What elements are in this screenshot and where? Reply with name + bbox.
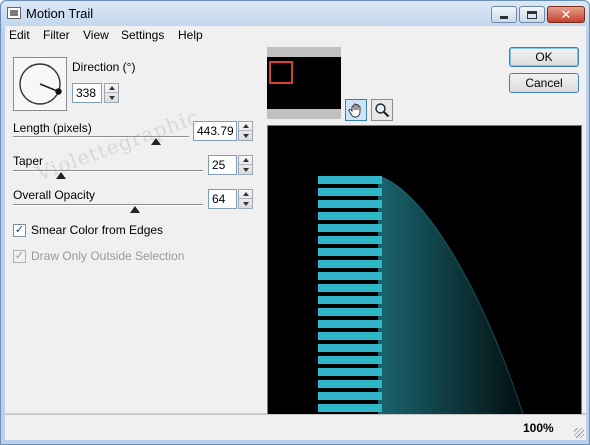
preview-pane[interactable] <box>267 125 582 415</box>
hand-icon <box>348 103 361 118</box>
taper-spinner[interactable] <box>238 155 253 175</box>
preview-stripe <box>318 284 382 292</box>
direction-down-arrow[interactable] <box>105 93 118 102</box>
smear-color-checkbox[interactable]: ✓ <box>13 224 26 237</box>
draw-outside-checkbox: ✓ <box>13 250 26 263</box>
taper-slider-thumb[interactable] <box>55 172 66 179</box>
preview-stripe <box>318 344 382 352</box>
preview-stripe <box>318 248 382 256</box>
length-label: Length (pixels) <box>13 121 92 135</box>
length-down-arrow[interactable] <box>239 131 252 140</box>
preview-stripe <box>318 404 382 412</box>
opacity-down-arrow[interactable] <box>239 199 252 208</box>
direction-input[interactable]: 338 <box>72 83 102 103</box>
motion-trail-dialog: Motion Trail ✕ Edit Filter View Settings… <box>0 0 590 445</box>
preview-stripe <box>318 380 382 388</box>
cancel-button[interactable]: Cancel <box>509 73 579 93</box>
taper-up-arrow[interactable] <box>239 156 252 165</box>
title-bar[interactable]: Motion Trail ✕ <box>1 1 589 27</box>
preview-stripe <box>318 392 382 400</box>
opacity-spinner[interactable] <box>238 189 253 209</box>
preview-stripe <box>318 212 382 220</box>
length-spinner[interactable] <box>238 121 253 141</box>
menu-view[interactable]: View <box>83 28 109 42</box>
menu-edit[interactable]: Edit <box>9 28 30 42</box>
preview-stripe <box>318 200 382 208</box>
window-title: Motion Trail <box>26 6 94 21</box>
preview-stripe <box>318 236 382 244</box>
preview-stripe <box>318 224 382 232</box>
menu-filter[interactable]: Filter <box>43 28 70 42</box>
preview-stripe <box>318 272 382 280</box>
opacity-label: Overall Opacity <box>13 188 96 202</box>
preview-stripe <box>318 308 382 316</box>
preview-stripe <box>318 176 382 184</box>
taper-input[interactable]: 25 <box>208 155 237 175</box>
length-input[interactable]: 443.79 <box>193 121 237 141</box>
maximize-icon <box>527 10 537 19</box>
smear-color-label[interactable]: Smear Color from Edges <box>31 223 163 237</box>
length-up-arrow[interactable] <box>239 122 252 131</box>
draw-outside-label: Draw Only Outside Selection <box>31 249 185 263</box>
close-icon: ✕ <box>560 7 572 22</box>
menu-help[interactable]: Help <box>178 28 203 42</box>
length-slider-thumb[interactable] <box>150 138 161 145</box>
direction-dial-graphic <box>19 63 62 105</box>
preview-stripe <box>318 332 382 340</box>
direction-spinner[interactable] <box>104 83 119 103</box>
app-icon <box>7 7 21 19</box>
dialog-client: Direction (°) 338 Length (pixels) 443.79… <box>5 45 586 415</box>
preview-stripe <box>318 260 382 268</box>
taper-down-arrow[interactable] <box>239 165 252 174</box>
taper-slider-track[interactable] <box>13 170 203 172</box>
ok-button[interactable]: OK <box>509 47 579 67</box>
minimize-icon <box>500 16 508 19</box>
preview-stripe <box>318 368 382 376</box>
direction-dial[interactable] <box>13 57 67 111</box>
direction-label: Direction (°) <box>72 60 136 74</box>
maximize-button[interactable] <box>519 6 545 23</box>
navigator-thumbnail[interactable] <box>267 47 341 119</box>
length-slider-track[interactable] <box>13 136 189 138</box>
preview-stripe <box>318 188 382 196</box>
navigator-view-rect[interactable] <box>269 61 293 84</box>
resize-grip-icon[interactable] <box>574 428 584 438</box>
taper-label: Taper <box>13 154 44 168</box>
direction-up-arrow[interactable] <box>105 84 118 93</box>
minimize-button[interactable] <box>491 6 517 23</box>
preview-stripe <box>318 296 382 304</box>
menu-bar: Edit Filter View Settings Help <box>5 26 586 45</box>
status-bar: 100% <box>5 414 586 440</box>
menu-settings[interactable]: Settings <box>121 28 164 42</box>
zoom-tool-button[interactable] <box>371 99 393 121</box>
opacity-input[interactable]: 64 <box>208 189 237 209</box>
pan-tool-button[interactable] <box>345 99 367 121</box>
zoom-icon <box>375 103 390 118</box>
zoom-level: 100% <box>523 421 554 435</box>
close-button[interactable]: ✕ <box>547 6 585 23</box>
preview-image <box>318 175 524 414</box>
opacity-slider-track[interactable] <box>13 204 203 206</box>
opacity-slider-thumb[interactable] <box>129 206 140 213</box>
preview-stripe <box>318 320 382 328</box>
preview-stripe <box>318 356 382 364</box>
opacity-up-arrow[interactable] <box>239 190 252 199</box>
